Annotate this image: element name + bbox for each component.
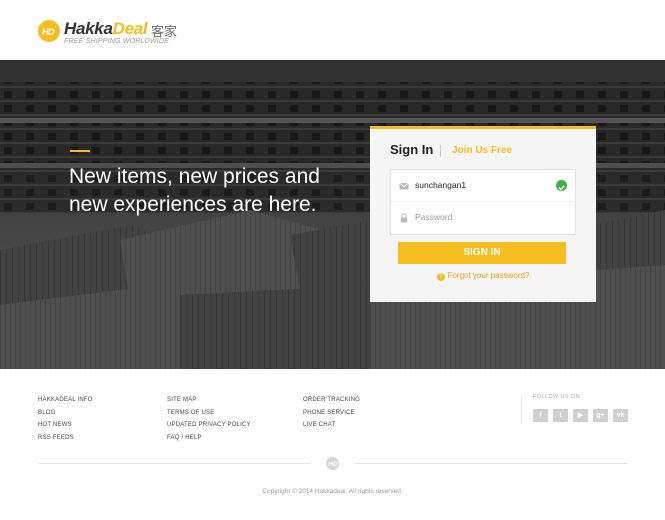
footer-link-order-tracking[interactable]: ORDER TRACKING bbox=[303, 394, 360, 407]
footer-col-legal: SITE MAP TERMS OF USE UPDATED PRIVACY PO… bbox=[167, 394, 251, 444]
follow-us-label: FOLLOW US ON bbox=[533, 394, 580, 400]
footer-link-hot-news[interactable]: HOT NEWS bbox=[38, 419, 93, 432]
forgot-password-label[interactable]: Forgot your password? bbox=[448, 271, 530, 280]
footer-divider-right bbox=[354, 463, 627, 464]
footer-link-live-chat[interactable]: LIVE CHAT bbox=[303, 419, 360, 432]
footer-col-info: HAKKADEAL INFO BLOG HOT NEWS RSS FEEDS bbox=[38, 394, 93, 444]
svg-text:D: D bbox=[48, 27, 55, 37]
footer-link-rss-feeds[interactable]: RSS FEEDS bbox=[38, 432, 93, 445]
logo-word-hakka: Hakka bbox=[64, 19, 113, 38]
question-icon: ? bbox=[436, 273, 445, 281]
tab-divider bbox=[440, 145, 441, 157]
googleplus-icon[interactable]: g+ bbox=[593, 409, 608, 422]
youtube-icon[interactable]: ▶ bbox=[573, 409, 588, 422]
password-placeholder[interactable]: Password bbox=[415, 212, 452, 222]
password-field[interactable]: Password bbox=[391, 202, 575, 234]
lock-icon bbox=[400, 213, 408, 223]
logo-wordmark: HakkaDeal bbox=[64, 19, 148, 39]
footer-logo-icon: HD bbox=[326, 457, 339, 470]
signin-fields: sunchangan1 Password bbox=[390, 169, 576, 235]
footer-divider-left bbox=[38, 463, 311, 464]
tab-join[interactable]: Join Us Free bbox=[452, 145, 512, 156]
footer-link-faq[interactable]: FAQ / HELP bbox=[167, 432, 251, 445]
twitter-icon[interactable]: t bbox=[553, 409, 568, 422]
mail-icon bbox=[399, 182, 409, 190]
footer-link-site-map[interactable]: SITE MAP bbox=[167, 394, 251, 407]
footer-link-privacy[interactable]: UPDATED PRIVACY POLICY bbox=[167, 419, 251, 432]
username-value[interactable]: sunchangan1 bbox=[415, 180, 466, 190]
site-header: HD HakkaDeal 客家 FREE SHIPPING WORLDWIDE bbox=[0, 0, 665, 60]
copyright-text: Copyright © 2014 Hakkadeal. All rights r… bbox=[262, 488, 403, 495]
hero-headline: New items, new prices and new experience… bbox=[69, 165, 320, 216]
tab-signin[interactable]: Sign In bbox=[390, 142, 433, 157]
username-field[interactable]: sunchangan1 bbox=[391, 170, 575, 202]
logo-tagline: FREE SHIPPING WORLDWIDE bbox=[64, 38, 169, 45]
facebook-icon[interactable]: f bbox=[533, 409, 548, 422]
forgot-password-link[interactable]: ? Forgot your password? bbox=[370, 271, 596, 281]
footer-divider-vertical bbox=[521, 396, 522, 424]
signin-panel: Sign In Join Us Free sunchangan1 Passwor… bbox=[370, 126, 596, 302]
site-logo[interactable]: HD HakkaDeal 客家 FREE SHIPPING WORLDWIDE bbox=[38, 19, 178, 46]
footer-col-support: ORDER TRACKING PHONE SERVICE LIVE CHAT bbox=[303, 394, 360, 432]
footer-link-blog[interactable]: BLOG bbox=[38, 407, 93, 420]
footer-link-terms[interactable]: TERMS OF USE bbox=[167, 407, 251, 420]
logo-word-deal: Deal bbox=[112, 19, 148, 38]
vk-icon[interactable]: vk bbox=[613, 409, 628, 422]
logo-mark-icon: HD bbox=[38, 20, 60, 42]
footer-link-phone-service[interactable]: PHONE SERVICE bbox=[303, 407, 360, 420]
svg-text:HD: HD bbox=[328, 461, 338, 468]
site-footer: HAKKADEAL INFO BLOG HOT NEWS RSS FEEDS S… bbox=[0, 369, 665, 520]
hero-accent-line bbox=[70, 150, 90, 152]
signin-button[interactable]: SIGN IN bbox=[398, 242, 566, 264]
footer-link-hakkadeal-info[interactable]: HAKKADEAL INFO bbox=[38, 394, 93, 407]
check-icon bbox=[556, 180, 567, 191]
